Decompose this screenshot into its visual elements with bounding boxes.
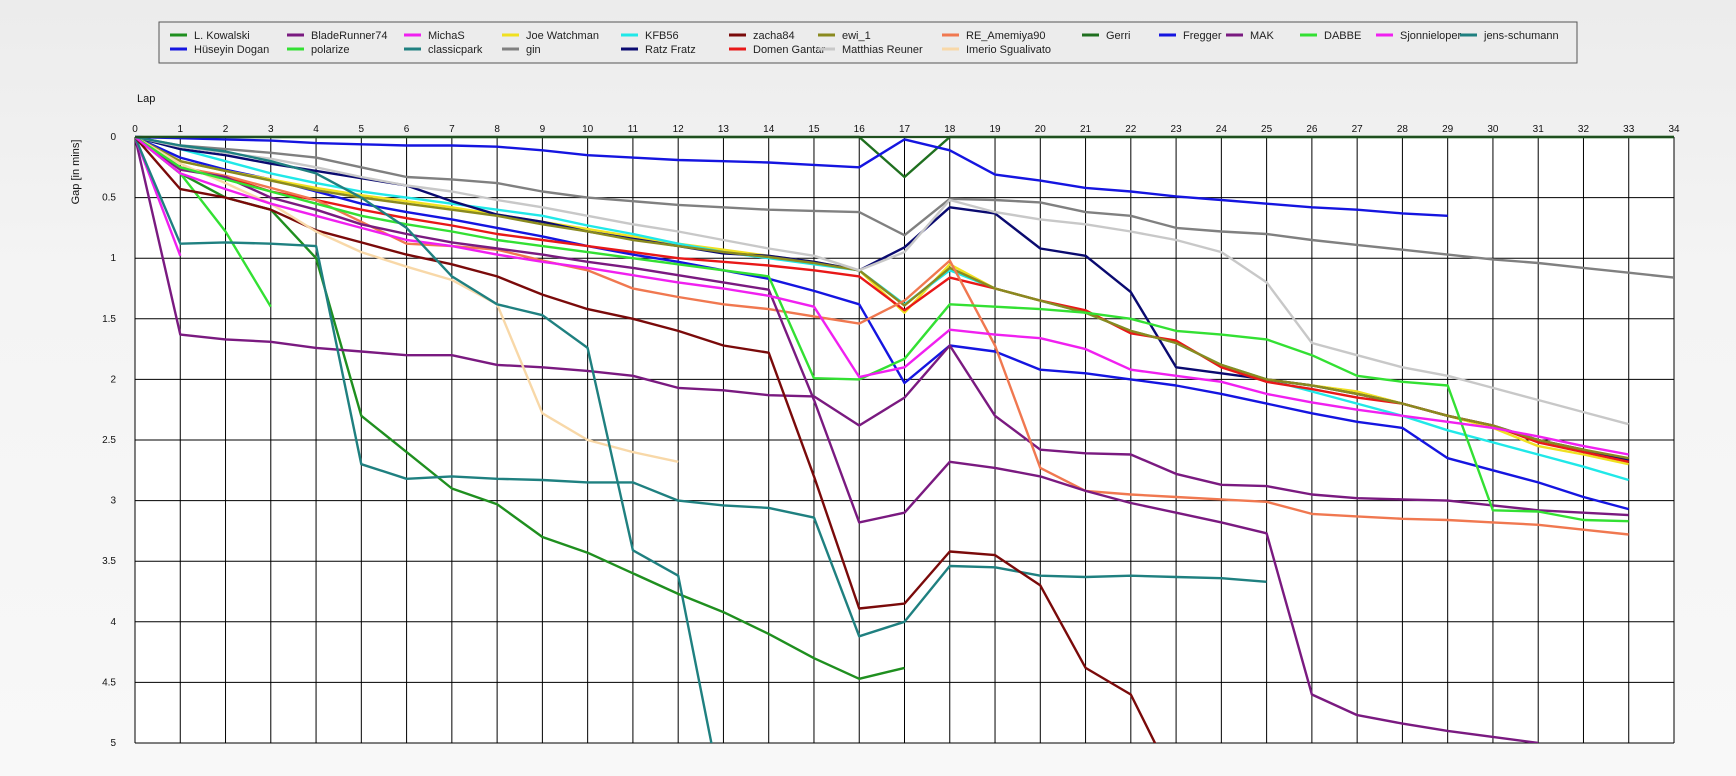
y-tick-label: 5 — [110, 738, 116, 749]
x-tick-label: 12 — [673, 124, 685, 135]
x-tick-label: 29 — [1442, 124, 1454, 135]
legend-entry: jens-schumann — [1483, 30, 1559, 42]
y-tick-label: 0 — [110, 132, 116, 143]
legend-box — [158, 21, 1578, 64]
x-tick-label: 15 — [808, 124, 820, 135]
legend-entry: ewi_1 — [842, 30, 871, 42]
x-tick-label: 32 — [1578, 124, 1590, 135]
y-tick-label: 1.5 — [102, 314, 116, 325]
x-tick-label: 22 — [1125, 124, 1137, 135]
legend-entry: Imerio Sgualivato — [966, 44, 1051, 56]
legend-entry: Ratz Fratz — [645, 44, 696, 56]
y-tick-label: 3.5 — [102, 556, 116, 567]
x-tick-label: 17 — [899, 124, 911, 135]
x-tick-label: 3 — [268, 124, 274, 135]
y-tick-label: 2.5 — [102, 435, 116, 446]
x-tick-label: 25 — [1261, 124, 1273, 135]
x-tick-label: 8 — [494, 124, 500, 135]
x-tick-label: 20 — [1035, 124, 1047, 135]
legend-entry: Joe Watchman — [526, 30, 599, 42]
legend-entry: Matthias Reuner — [842, 44, 923, 56]
legend-entry: Domen Gantar — [753, 44, 825, 56]
legend: L. Kowalski BladeRunner74 MichaS Joe Watchm… — [158, 21, 1578, 64]
legend-entry: Fregger — [1183, 30, 1222, 42]
x-tick-label: 16 — [854, 124, 866, 135]
x-tick-label: 1 — [177, 124, 183, 135]
x-tick-label: 24 — [1216, 124, 1228, 135]
x-tick-label: 4 — [313, 124, 319, 135]
x-tick-label: 33 — [1623, 124, 1635, 135]
x-axis-title: Lap — [137, 93, 155, 105]
legend-entry: MichaS — [428, 30, 465, 42]
x-tick-label: 26 — [1306, 124, 1318, 135]
x-tick-label: 31 — [1533, 124, 1545, 135]
y-tick-label: 3 — [110, 496, 116, 507]
legend-entry: KFB56 — [645, 30, 679, 42]
legend-entry: polarize — [311, 44, 350, 56]
x-tick-labels: 0 1 2 3 4 5 6 7 8 9 10 11 12 13 14 15 16 17 18 19 20 21 22 23 24… — [132, 124, 1680, 135]
legend-entry: Sjonnieloper — [1400, 30, 1461, 42]
x-tick-label: 23 — [1171, 124, 1183, 135]
legend-entry: zacha84 — [753, 30, 795, 42]
legend-entry: Hüseyin Dogan — [194, 44, 269, 56]
plot-area: 0 1 2 3 4 5 6 7 8 9 10 11 12 13 14 15 16 17 18 19 20 21 22 23 24… — [102, 124, 1680, 749]
lap-gap-chart: L. Kowalski BladeRunner74 MichaS Joe Watchm… — [70, 21, 1680, 749]
legend-entry: MAK — [1250, 30, 1275, 42]
x-tick-label: 5 — [359, 124, 365, 135]
x-tick-label: 27 — [1352, 124, 1364, 135]
x-tick-label: 0 — [132, 124, 138, 135]
legend-entry: Gerri — [1106, 30, 1130, 42]
legend-entry: gin — [526, 44, 541, 56]
y-tick-label: 1 — [110, 253, 116, 264]
y-tick-label: 2 — [110, 374, 116, 385]
legend-entry: classicpark — [428, 44, 483, 56]
x-tick-label: 2 — [223, 124, 229, 135]
x-tick-label: 7 — [449, 124, 455, 135]
y-tick-label: 4 — [110, 617, 116, 628]
x-tick-label: 6 — [404, 124, 410, 135]
x-tick-label: 10 — [582, 124, 594, 135]
x-tick-label: 28 — [1397, 124, 1409, 135]
y-tick-label: 0.5 — [102, 193, 116, 204]
x-tick-label: 30 — [1487, 124, 1499, 135]
x-tick-label: 19 — [989, 124, 1001, 135]
legend-entry: DABBE — [1324, 30, 1361, 42]
y-tick-labels: 0 0.5 1 1.5 2 2.5 3 3.5 4 4.5 5 — [102, 132, 116, 749]
x-tick-label: 14 — [763, 124, 775, 135]
x-tick-label: 34 — [1668, 124, 1680, 135]
y-tick-label: 4.5 — [102, 677, 116, 688]
legend-entry: BladeRunner74 — [311, 30, 387, 42]
x-tick-label: 11 — [628, 124, 639, 135]
legend-entry: L. Kowalski — [194, 30, 250, 42]
x-tick-label: 9 — [540, 124, 546, 135]
x-tick-label: 18 — [944, 124, 956, 135]
x-tick-label: 21 — [1080, 124, 1092, 135]
y-axis-title: Gap [in mins] — [70, 140, 82, 205]
legend-entry: RE_Amemiya90 — [966, 30, 1045, 42]
x-tick-label: 13 — [718, 124, 730, 135]
